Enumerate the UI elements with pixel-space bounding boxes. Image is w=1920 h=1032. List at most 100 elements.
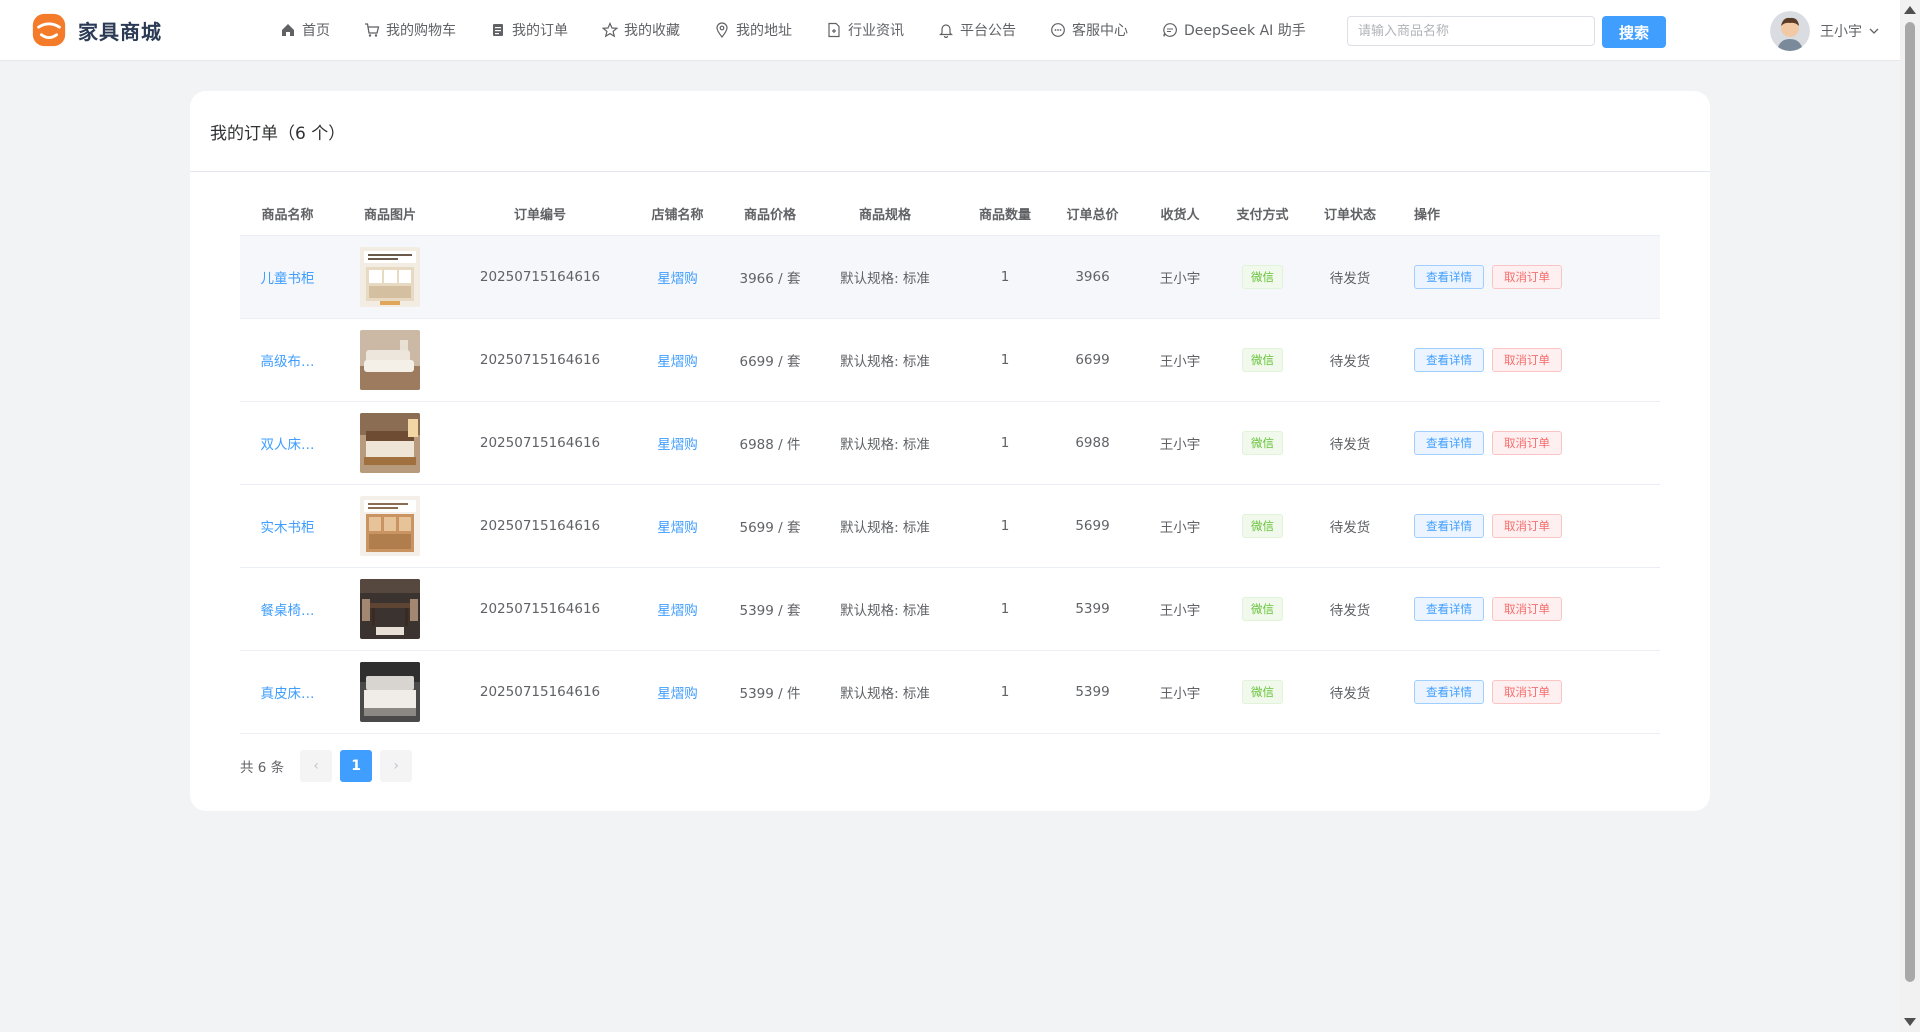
column-header: 订单总价 (1060, 191, 1125, 236)
view-details-button[interactable]: 查看详情 (1414, 514, 1484, 538)
product-name-link[interactable]: 真皮床… (261, 686, 315, 702)
product-name-link[interactable]: 双人床… (261, 437, 315, 453)
shop-link[interactable]: 星熠购 (657, 437, 698, 453)
order-total: 6699 (1060, 318, 1125, 402)
payment-badge: 微信 (1242, 348, 1283, 372)
quantity: 1 (950, 484, 1060, 568)
spec: 默认规格: 标准 (820, 484, 950, 568)
cancel-order-button[interactable]: 取消订单 (1492, 597, 1562, 621)
search-button[interactable]: 搜索 (1602, 16, 1666, 48)
document-icon (828, 22, 840, 38)
order-total: 5399 (1060, 650, 1125, 734)
nav-home[interactable]: 首页 (280, 20, 330, 40)
order-number: 20250715164616 (445, 235, 635, 319)
order-icon (493, 24, 503, 36)
column-header: 商品图片 (335, 191, 445, 236)
chat-icon (1051, 23, 1065, 37)
nav-label: 我的购物车 (386, 23, 456, 39)
nav-address[interactable]: 我的地址 (714, 20, 792, 40)
quantity: 1 (950, 318, 1060, 402)
cancel-order-button[interactable]: 取消订单 (1492, 431, 1562, 455)
column-header: 商品名称 (240, 191, 335, 236)
shop-link[interactable]: 星熠购 (657, 271, 698, 287)
next-page-button[interactable]: › (380, 750, 413, 782)
view-details-button[interactable]: 查看详情 (1414, 431, 1484, 455)
page-number-button[interactable]: 1 (340, 750, 373, 782)
column-header: 订单编号 (445, 191, 635, 236)
spec: 默认规格: 标准 (820, 401, 950, 485)
cancel-order-button[interactable]: 取消订单 (1492, 265, 1562, 289)
quantity: 1 (950, 650, 1060, 734)
wood-bookcase-image[interactable] (360, 496, 420, 556)
product-name-link[interactable]: 儿童书柜 (261, 271, 315, 287)
status-text: 待发货 (1290, 484, 1410, 568)
cart-icon (365, 23, 380, 37)
shop-link[interactable]: 星熠购 (657, 354, 698, 370)
kids-bookcase-image[interactable] (360, 247, 420, 307)
cancel-order-button[interactable]: 取消订单 (1492, 680, 1562, 704)
quantity: 1 (950, 235, 1060, 319)
table-header-row: 商品名称 商品图片 订单编号 店铺名称 商品价格 商品规格 商品数量 订单总价 … (240, 191, 1660, 236)
nav-label: 平台公告 (960, 23, 1016, 39)
status-text: 待发货 (1290, 650, 1410, 734)
orders-table: 商品名称 商品图片 订单编号 店铺名称 商品价格 商品规格 商品数量 订单总价 … (240, 191, 1660, 734)
column-header: 商品数量 (950, 191, 1060, 236)
home-icon (282, 24, 294, 36)
payment-badge: 微信 (1242, 514, 1283, 538)
view-details-button[interactable]: 查看详情 (1414, 348, 1484, 372)
view-details-button[interactable]: 查看详情 (1414, 680, 1484, 704)
receiver: 王小宇 (1125, 567, 1235, 651)
order-number: 20250715164616 (445, 567, 635, 651)
shop-link[interactable]: 星熠购 (657, 603, 698, 619)
view-details-button[interactable]: 查看详情 (1414, 597, 1484, 621)
location-icon (716, 22, 728, 38)
leather-bed-image[interactable] (360, 662, 420, 722)
column-header: 店铺名称 (635, 191, 720, 236)
logo[interactable]: 家具商城 (30, 11, 162, 49)
nav-cart[interactable]: 我的购物车 (364, 20, 456, 40)
receiver: 王小宇 (1125, 484, 1235, 568)
logo-icon (32, 13, 66, 47)
cancel-order-button[interactable]: 取消订单 (1492, 348, 1562, 372)
nav-service[interactable]: 客服中心 (1050, 20, 1128, 40)
column-header: 收货人 (1125, 191, 1235, 236)
quantity: 1 (950, 567, 1060, 651)
scroll-down-arrow-icon[interactable] (1904, 1018, 1916, 1026)
table-row: 高级布… 20250715164616 星熠购 6699 / 套 默认规格: 标… (240, 318, 1660, 402)
order-total: 5399 (1060, 567, 1125, 651)
nav-news[interactable]: 行业资讯 (826, 20, 904, 40)
shop-link[interactable]: 星熠购 (657, 520, 698, 536)
order-total: 6988 (1060, 401, 1125, 485)
double-bed-image[interactable] (360, 413, 420, 473)
nav-favorites[interactable]: 我的收藏 (602, 20, 680, 40)
product-name-link[interactable]: 高级布… (261, 354, 315, 370)
page-scrollbar[interactable] (1900, 0, 1920, 1032)
avatar-image (1770, 11, 1810, 51)
product-name-link[interactable]: 餐桌椅… (261, 603, 315, 619)
user-menu[interactable]: 王小宇 (1770, 11, 1880, 51)
scroll-thumb[interactable] (1905, 22, 1915, 982)
search-input[interactable] (1347, 16, 1595, 46)
payment-badge: 微信 (1242, 680, 1283, 704)
user-name: 王小宇 (1820, 24, 1862, 40)
dining-set-image[interactable] (360, 579, 420, 639)
product-name-link[interactable]: 实木书柜 (261, 520, 315, 536)
nav-label: 客服中心 (1072, 23, 1128, 39)
scroll-up-arrow-icon[interactable] (1904, 6, 1916, 14)
orders-card: 我的订单（6 个） 商品名称 商品图片 订单编号 店铺名称 商品价格 商品规格 … (190, 91, 1710, 811)
price: 6988 / 件 (720, 401, 820, 485)
page-title: 我的订单（6 个） (210, 124, 346, 144)
view-details-button[interactable]: 查看详情 (1414, 265, 1484, 289)
cancel-order-button[interactable]: 取消订单 (1492, 514, 1562, 538)
price: 3966 / 套 (720, 235, 820, 319)
nav-ai-assistant[interactable]: DeepSeek AI 助手 (1162, 20, 1306, 40)
nav-announcements[interactable]: 平台公告 (938, 20, 1016, 40)
shop-link[interactable]: 星熠购 (657, 686, 698, 702)
fabric-sofa-image[interactable] (360, 330, 420, 390)
nav-orders[interactable]: 我的订单 (490, 20, 568, 40)
spec: 默认规格: 标准 (820, 650, 950, 734)
chevron-right-icon: › (393, 758, 399, 774)
order-number: 20250715164616 (445, 484, 635, 568)
price: 5399 / 套 (720, 567, 820, 651)
prev-page-button[interactable]: ‹ (300, 750, 333, 782)
